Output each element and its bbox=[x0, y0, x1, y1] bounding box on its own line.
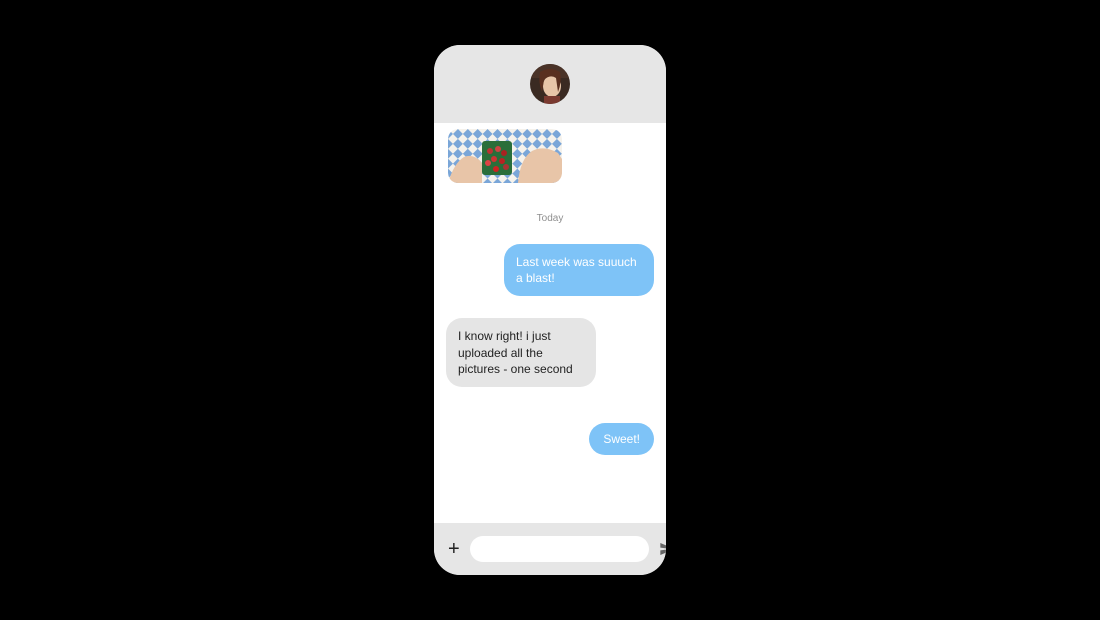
message-row-outgoing: Last week was suuuch a blast! bbox=[434, 240, 666, 300]
send-button[interactable] bbox=[659, 540, 666, 558]
message-bubble-outgoing[interactable]: Last week was suuuch a blast! bbox=[504, 244, 654, 296]
composer-bar: + bbox=[434, 523, 666, 575]
message-bubble-outgoing[interactable]: Sweet! bbox=[589, 423, 654, 455]
send-icon bbox=[659, 541, 666, 557]
message-row-incoming: I know right! i just uploaded all the pi… bbox=[434, 314, 666, 391]
phone-frame: Today Last week was suuuch a blast! I kn… bbox=[434, 45, 666, 575]
contact-avatar[interactable] bbox=[530, 64, 570, 104]
image-attachment[interactable] bbox=[448, 129, 562, 183]
message-input[interactable] bbox=[470, 536, 649, 562]
add-attachment-button[interactable]: + bbox=[448, 539, 460, 559]
chat-thread[interactable]: Today Last week was suuuch a blast! I kn… bbox=[434, 123, 666, 523]
message-row-outgoing: Sweet! bbox=[434, 419, 666, 459]
chat-header bbox=[434, 45, 666, 123]
message-bubble-incoming[interactable]: I know right! i just uploaded all the pi… bbox=[446, 318, 596, 387]
date-separator: Today bbox=[434, 213, 666, 224]
